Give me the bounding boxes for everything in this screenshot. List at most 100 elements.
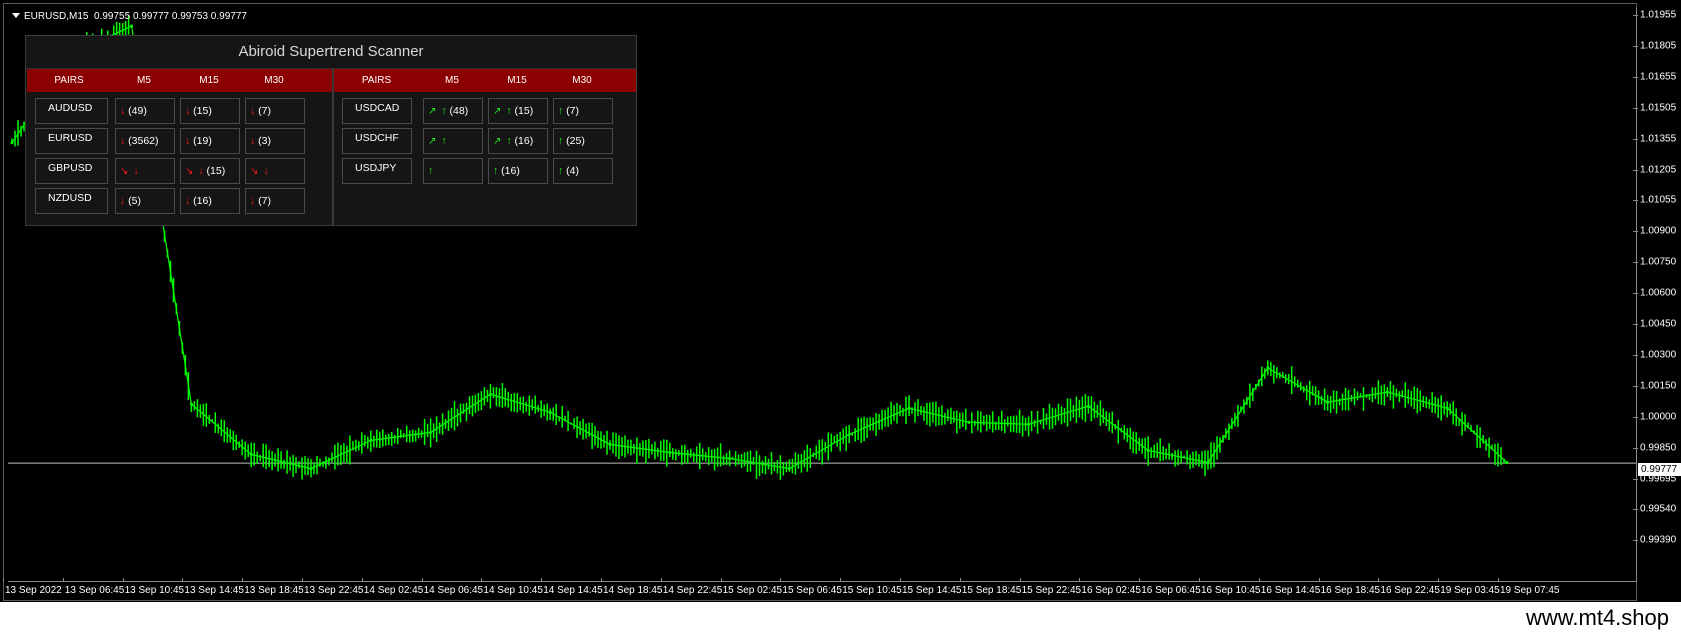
time-tick-label: 14 Sep 18:45 bbox=[603, 585, 663, 596]
diagonal-up-arrow-icon: ↗ bbox=[493, 106, 502, 117]
time-tick-label: 14 Sep 14:45 bbox=[543, 585, 603, 596]
data-point bbox=[1206, 461, 1210, 465]
pair-cell[interactable]: NZDUSD bbox=[35, 188, 108, 214]
header-timeframe: M15 bbox=[507, 75, 527, 86]
signal-cell[interactable]: ↑ (25) bbox=[553, 128, 613, 154]
signal-cell[interactable]: ↓ (7) bbox=[245, 188, 305, 214]
signal-cell[interactable]: ↓ (16) bbox=[180, 188, 240, 214]
signal-count: (15) bbox=[190, 105, 212, 117]
signal-cell[interactable]: ↘ ↓ bbox=[245, 158, 305, 184]
data-point bbox=[249, 453, 253, 456]
signal-cell[interactable]: ↓ (3562) bbox=[115, 128, 175, 154]
data-point bbox=[309, 467, 313, 471]
time-tick bbox=[601, 578, 602, 582]
grid-divider bbox=[332, 69, 334, 225]
price-tick bbox=[1633, 138, 1638, 140]
signal-cell[interactable]: ↗ ↑ (16) bbox=[488, 128, 548, 154]
scanner-header-row: PAIRS M5 M15 M30 bbox=[27, 69, 332, 92]
time-tick bbox=[182, 578, 184, 582]
pair-cell[interactable]: USDCAD bbox=[342, 98, 412, 124]
price-tick bbox=[1633, 354, 1638, 356]
diagonal-down-arrow-icon: ↘ bbox=[120, 166, 129, 177]
up-arrow-icon: ↑ bbox=[441, 135, 447, 147]
signal-count: (16) bbox=[511, 135, 534, 147]
data-point bbox=[1326, 400, 1330, 404]
time-tick bbox=[780, 578, 782, 582]
data-point bbox=[1086, 404, 1090, 408]
signal-cell[interactable]: ↑ (16) bbox=[488, 158, 548, 184]
diagonal-up-arrow-icon: ↗ bbox=[428, 106, 437, 117]
signal-cell[interactable]: ↓ (49) bbox=[115, 98, 175, 124]
time-tick-label: 16 Sep 02:45 bbox=[1081, 585, 1141, 596]
signal-count: (7) bbox=[255, 195, 271, 207]
price-tick bbox=[1633, 509, 1638, 511]
price-tick-label: 1.01355 bbox=[1640, 133, 1677, 145]
price-tick-label: 1.00000 bbox=[1640, 411, 1677, 423]
data-point bbox=[728, 457, 732, 460]
price-tick bbox=[1633, 200, 1638, 202]
time-tick bbox=[242, 578, 244, 582]
data-point bbox=[847, 432, 851, 436]
price-tick bbox=[1633, 169, 1638, 171]
header-timeframe: M15 bbox=[199, 75, 219, 86]
header-timeframe: M30 bbox=[572, 75, 592, 86]
pair-cell[interactable]: USDCHF bbox=[342, 128, 412, 154]
price-tick bbox=[1633, 416, 1638, 418]
price-tick bbox=[1633, 262, 1638, 264]
signal-cell[interactable]: ↘ ↓ (15) bbox=[180, 158, 240, 184]
pair-cell[interactable]: GBPUSD bbox=[35, 158, 108, 184]
time-tick-label: 15 Sep 14:45 bbox=[902, 585, 962, 596]
price-tick bbox=[1633, 76, 1638, 78]
price-tick bbox=[1633, 540, 1638, 542]
time-tick bbox=[62, 578, 64, 582]
signal-cell[interactable]: ↑ (7) bbox=[553, 98, 613, 124]
time-tick-label: 19 Sep 03:45 bbox=[1440, 585, 1500, 596]
signal-cell[interactable]: ↑ (4) bbox=[553, 158, 613, 184]
signal-count: (16) bbox=[190, 195, 212, 207]
time-tick bbox=[720, 578, 722, 582]
signal-cell[interactable]: ↓ (19) bbox=[180, 128, 240, 154]
time-tick bbox=[302, 578, 303, 582]
pair-cell[interactable]: EURUSD bbox=[35, 128, 108, 154]
time-tick bbox=[1378, 578, 1380, 582]
scanner-header-row: PAIRS M5 M15 M30 bbox=[334, 69, 636, 92]
signal-cell[interactable]: ↓ (3) bbox=[245, 128, 305, 154]
pair-cell[interactable]: AUDUSD bbox=[35, 98, 108, 124]
signal-cell[interactable]: ↘ ↓ bbox=[115, 158, 175, 184]
data-point bbox=[1266, 366, 1270, 370]
data-point bbox=[369, 438, 373, 442]
time-tick bbox=[1318, 578, 1320, 582]
time-tick bbox=[1258, 578, 1260, 582]
diagonal-down-arrow-icon: ↘ bbox=[250, 166, 259, 177]
time-tick-label: 16 Sep 10:45 bbox=[1201, 585, 1261, 596]
symbol-header: EURUSD,M15 0.99755 0.99777 0.99753 0.997… bbox=[12, 11, 247, 22]
watermark-text: www.mt4.shop bbox=[1525, 605, 1669, 630]
signal-cell[interactable]: ↓ (5) bbox=[115, 188, 175, 214]
data-point bbox=[967, 420, 971, 424]
data-point bbox=[1445, 406, 1449, 410]
price-tick bbox=[1633, 324, 1638, 325]
diagonal-up-arrow-icon: ↗ bbox=[428, 136, 437, 147]
time-tick bbox=[840, 578, 842, 582]
time-tick-label: 16 Sep 22:45 bbox=[1380, 585, 1440, 596]
time-tick bbox=[541, 578, 543, 582]
signal-count: (48) bbox=[446, 105, 469, 117]
signal-cell[interactable]: ↓ (15) bbox=[180, 98, 240, 124]
time-tick bbox=[1438, 578, 1440, 582]
signal-cell[interactable]: ↗ ↑ bbox=[423, 128, 483, 154]
time-tick-label: 16 Sep 06:45 bbox=[1141, 585, 1201, 596]
time-tick-label: 13 Sep 06:45 bbox=[64, 585, 125, 596]
time-tick bbox=[1019, 578, 1021, 582]
header-pairs: PAIRS bbox=[54, 75, 84, 86]
dropdown-triangle-icon[interactable] bbox=[12, 13, 20, 18]
pair-cell[interactable]: USDJPY bbox=[342, 158, 412, 184]
time-tick bbox=[361, 578, 363, 582]
signal-cell[interactable]: ↗ ↑ (48) bbox=[423, 98, 483, 124]
data-point bbox=[907, 406, 911, 410]
signal-cell[interactable]: ↓ (7) bbox=[245, 98, 305, 124]
data-point bbox=[668, 451, 672, 454]
price-tick bbox=[1633, 293, 1638, 295]
signal-cell[interactable]: ↗ ↑ (15) bbox=[488, 98, 548, 124]
signal-cell[interactable]: ↑ bbox=[423, 158, 483, 184]
price-tick bbox=[1633, 231, 1638, 233]
